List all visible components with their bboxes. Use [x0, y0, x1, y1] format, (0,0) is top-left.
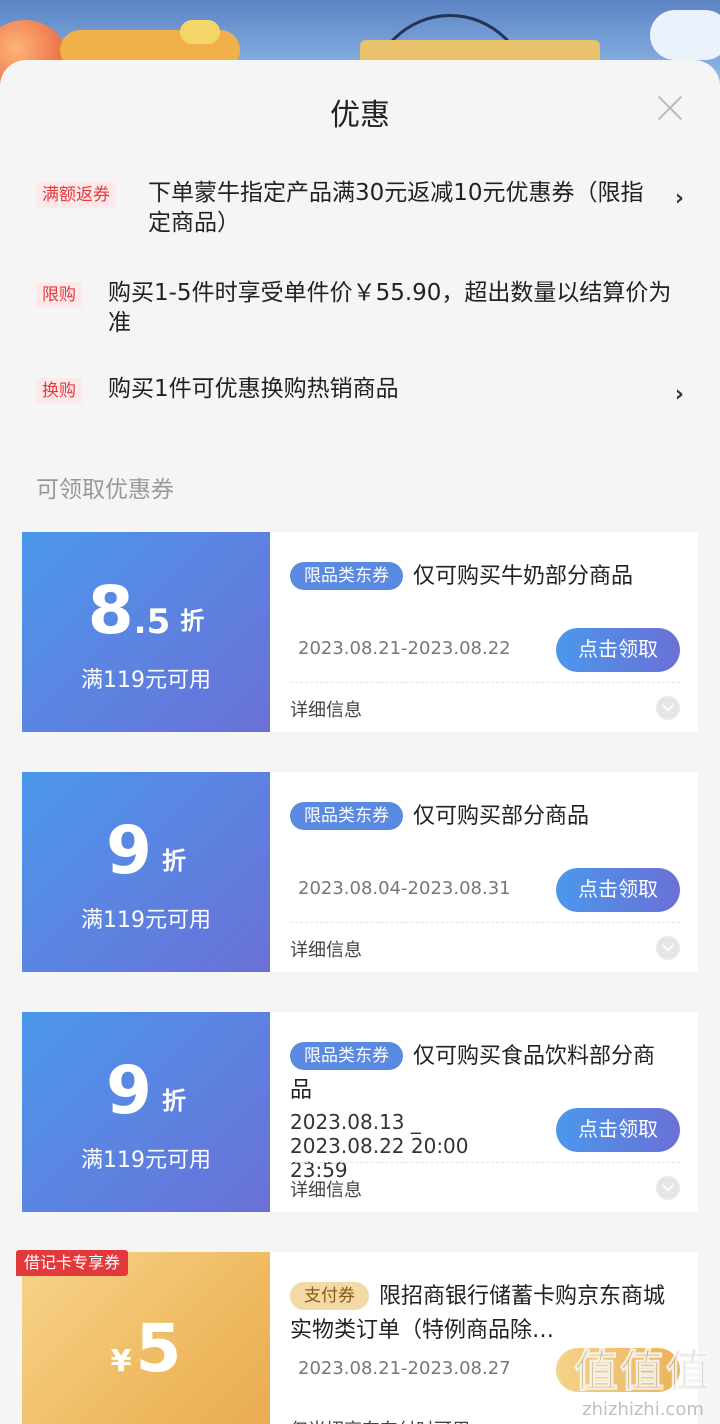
coupon-info-panel: 限品类东券 仅可购买食品饮料部分商品 2023.08.13 _ 2023.08.2…	[270, 1012, 698, 1212]
watermark-text: zhizhizhi.com	[582, 1399, 704, 1420]
coupon-dates: 2023.08.13 _ 2023.08.22 20:00 23:59	[290, 1110, 469, 1182]
chevron-down-icon[interactable]	[656, 936, 680, 960]
sheet-title: 优惠	[330, 98, 390, 133]
coupon-info-panel: 限品类东券 仅可购买牛奶部分商品 2023.08.21-2023.08.22 点击…	[270, 532, 698, 732]
coupon-description-text: 仅可购买部分商品	[413, 804, 590, 829]
coupon-condition: 满119元可用	[81, 908, 211, 933]
chevron-right-icon: ›	[674, 186, 684, 211]
promotion-tag: 换购	[36, 378, 82, 404]
coupon-card: 8.5 折 满119元可用 限品类东券 仅可购买牛奶部分商品 2023.08.21-…	[18, 532, 698, 732]
promotion-text: 购买1-5件时享受单件价￥55.90，超出数量以结算价为准	[108, 280, 672, 336]
offers-sheet: 优惠 满额返券 下单蒙牛指定产品满30元返减10元优惠券（限指定商品） › 限购…	[0, 60, 720, 1424]
coupon-description: 限品类东券 仅可购买食品饮料部分商品	[290, 1040, 670, 1108]
coupon-value-panel: 8.5 折 满119元可用	[18, 532, 270, 732]
promotion-item[interactable]: 换购 购买1件可优惠换购热销商品 ›	[36, 374, 684, 407]
discount-number: 8	[87, 572, 134, 649]
chevron-down-icon[interactable]	[656, 696, 680, 720]
chevron-down-icon[interactable]	[656, 1176, 680, 1200]
currency-symbol: ¥	[110, 1344, 132, 1379]
coupon-description-text: 仅可购买牛奶部分商品	[413, 564, 634, 589]
discount-value: 8.5 折	[22, 576, 270, 646]
coupon-description: 限品类东券 仅可购买牛奶部分商品	[290, 560, 670, 594]
divider	[290, 922, 680, 923]
debit-card-badge: 借记卡专享券	[16, 1250, 129, 1276]
coupon-dates: 2023.08.21-2023.08.22	[298, 638, 511, 659]
coupon-value-panel: ¥5	[18, 1252, 270, 1424]
promotion-item[interactable]: 满额返券 下单蒙牛指定产品满30元返减10元优惠券（限指定商品） ›	[36, 178, 684, 238]
coupon-info-panel: 限品类东券 仅可购买部分商品 2023.08.04-2023.08.31 点击领取…	[270, 772, 698, 972]
category-badge: 支付券	[290, 1282, 369, 1310]
promotion-text: 下单蒙牛指定产品满30元返减10元优惠券（限指定商品）	[148, 180, 644, 236]
coupon-value-panel: 9折 满119元可用	[18, 772, 270, 972]
discount-number: 9	[106, 812, 152, 889]
claim-button[interactable]: 点击领取	[556, 628, 680, 672]
divider	[290, 682, 680, 683]
coupon-condition: 满119元可用	[81, 1148, 211, 1173]
detail-label: 仅当招商东东付时可用	[290, 1416, 470, 1424]
discount-value: 9折	[22, 1056, 270, 1126]
discount-value: 9折	[22, 816, 270, 886]
category-badge: 限品类东券	[290, 1042, 403, 1070]
coupon-section-title: 可领取优惠券	[36, 477, 174, 503]
category-badge: 限品类东券	[290, 562, 403, 590]
coupon-description: 限品类东券 仅可购买部分商品	[290, 800, 670, 834]
coupon-value-panel: 9折 满119元可用	[18, 1012, 270, 1212]
claim-button[interactable]: 点击领取	[556, 868, 680, 912]
category-badge: 限品类东券	[290, 802, 403, 830]
claim-button[interactable]: 点击领取	[556, 1108, 680, 1152]
cloud-illustration-right	[650, 10, 720, 60]
promotion-text: 购买1件可优惠换购热销商品	[108, 376, 399, 402]
divider	[290, 1162, 680, 1163]
detail-label[interactable]: 详细信息	[290, 936, 362, 962]
promotion-item: 限购 购买1-5件时享受单件价￥55.90，超出数量以结算价为准	[36, 278, 684, 338]
chevron-right-icon: ›	[674, 382, 684, 407]
coupon-amount: ¥5	[22, 1314, 270, 1384]
discount-unit: 折	[161, 1087, 186, 1115]
promotion-tag: 满额返券	[36, 182, 116, 208]
detail-label[interactable]: 详细信息	[290, 1176, 362, 1202]
discount-decimal: .5	[133, 602, 171, 642]
coupon-dates: 2023.08.04-2023.08.31	[298, 878, 511, 899]
promotion-tag: 限购	[36, 282, 82, 308]
discount-unit: 折	[161, 847, 186, 875]
cloud-illustration	[180, 20, 220, 44]
amount-number: 5	[135, 1310, 182, 1387]
close-icon[interactable]	[656, 94, 684, 122]
coupon-card: 9折 满119元可用 限品类东券 仅可购买食品饮料部分商品 2023.08.13 …	[18, 1012, 698, 1212]
coupon-dates: 2023.08.21-2023.08.27	[298, 1358, 511, 1379]
coupon-condition: 满119元可用	[81, 668, 211, 693]
discount-unit: 折	[180, 607, 205, 635]
coupon-card: 9折 满119元可用 限品类东券 仅可购买部分商品 2023.08.04-2023…	[18, 772, 698, 972]
discount-number: 9	[106, 1052, 152, 1129]
site-watermark: 值值值 zhizhizhi.com	[574, 1335, 712, 1421]
watermark-logo: 值值值	[574, 1346, 712, 1398]
detail-label[interactable]: 详细信息	[290, 696, 362, 722]
